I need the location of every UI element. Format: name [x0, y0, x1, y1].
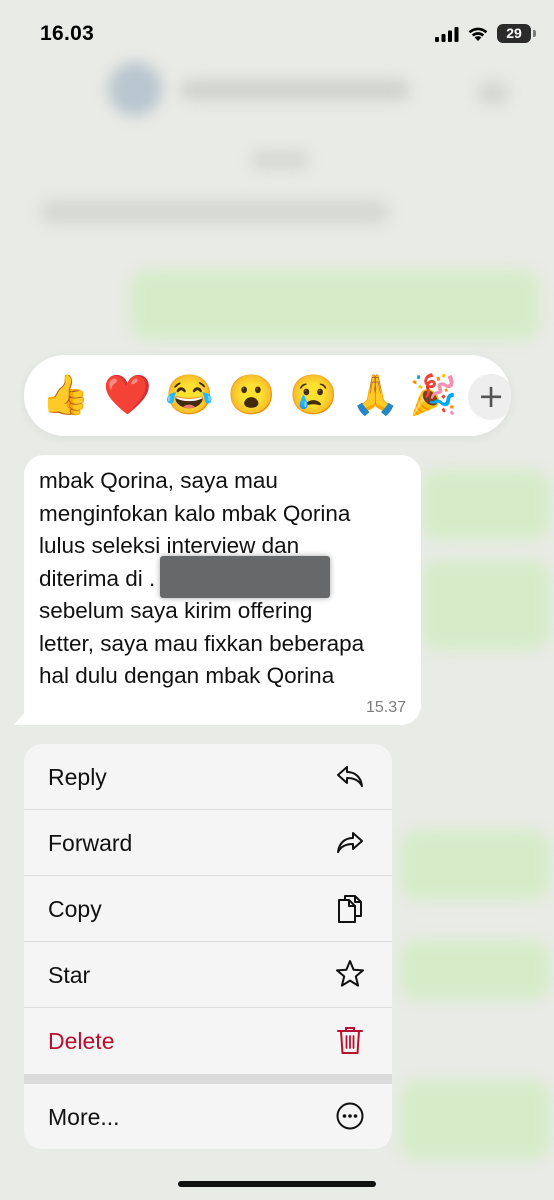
surprised-reaction[interactable]: 😮 — [227, 373, 276, 417]
redacted-text — [160, 556, 330, 598]
wifi-icon — [468, 27, 488, 41]
thumbs-up-reaction[interactable]: 👍 — [41, 373, 90, 417]
outgoing-message — [400, 830, 550, 900]
ellipsis-circle-icon — [336, 1102, 364, 1130]
copy-label: Copy — [48, 896, 102, 922]
copy-icon — [338, 895, 362, 923]
star-menu-item[interactable]: Star — [24, 942, 392, 1007]
menu-section-divider — [24, 1074, 392, 1084]
status-bar: 16.03 29 — [0, 0, 554, 60]
more-label: More... — [48, 1104, 120, 1130]
pray-reaction[interactable]: 🙏 — [351, 373, 400, 417]
message-bubble[interactable]: mbak Qorina, saya mau menginfokan kalo m… — [24, 455, 421, 725]
forward-icon — [337, 832, 363, 853]
more-menu-item[interactable]: More... — [24, 1084, 392, 1149]
date-chip — [250, 150, 310, 170]
copy-menu-item[interactable]: Copy — [24, 876, 392, 941]
laughing-reaction[interactable]: 😂 — [165, 373, 214, 417]
forward-menu-item[interactable]: Forward — [24, 810, 392, 875]
outgoing-message — [420, 470, 550, 540]
outgoing-message — [420, 560, 550, 650]
star-label: Star — [48, 962, 91, 988]
star-icon — [336, 960, 364, 987]
call-icon — [478, 82, 508, 104]
reply-icon — [337, 766, 363, 787]
delete-label: Delete — [48, 1028, 115, 1054]
heart-reaction[interactable]: ❤️ — [103, 373, 152, 417]
outgoing-message — [130, 270, 540, 340]
status-time: 16.03 — [40, 22, 95, 45]
delete-menu-item[interactable]: Delete — [24, 1008, 392, 1073]
reply-menu-item[interactable]: Reply — [24, 744, 392, 809]
contact-avatar — [108, 62, 162, 116]
reply-label: Reply — [48, 764, 107, 790]
cellular-signal-icon — [435, 27, 459, 42]
reaction-bar: 👍 ❤️ 😂 😮 😢 🙏 🎉 + — [24, 355, 511, 436]
system-message — [40, 200, 390, 224]
add-reaction-button[interactable]: + — [468, 374, 511, 420]
message-time: 15.37 — [365, 699, 406, 716]
battery-icon: 29 — [497, 24, 531, 43]
outgoing-message — [400, 940, 550, 1000]
outgoing-message — [400, 1080, 550, 1160]
battery-tip — [533, 30, 536, 37]
trash-icon — [337, 1027, 363, 1054]
forward-label: Forward — [48, 830, 133, 856]
sad-reaction[interactable]: 😢 — [289, 373, 338, 417]
party-reaction[interactable]: 🎉 — [409, 373, 458, 417]
contact-name — [180, 80, 410, 100]
message-context-menu: Reply Forward Copy Star Delete More... — [24, 744, 392, 1149]
home-indicator[interactable] — [178, 1181, 376, 1187]
